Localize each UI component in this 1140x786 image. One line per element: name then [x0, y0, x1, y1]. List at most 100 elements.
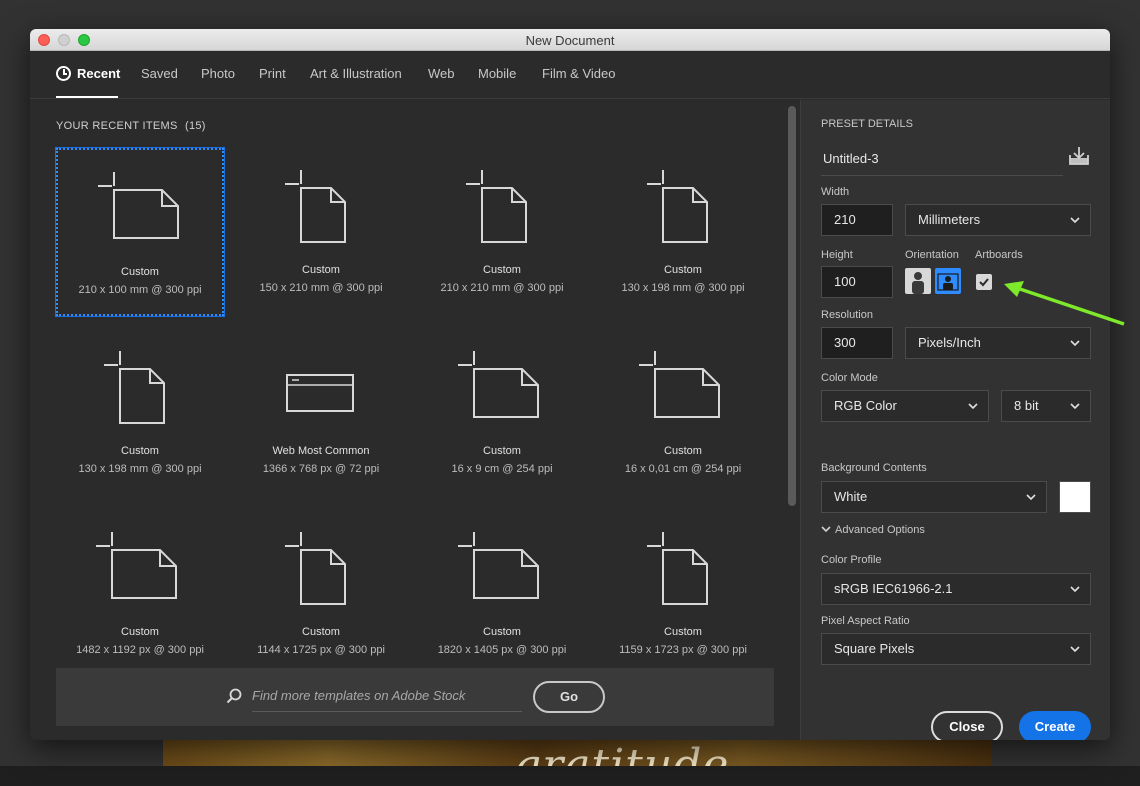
scrollbar[interactable] [788, 106, 796, 506]
recent-item-name: Custom [664, 264, 702, 276]
background-canvas: gratitude [163, 738, 992, 766]
portrait-orientation-button[interactable] [905, 268, 931, 294]
recent-item-card[interactable]: Custom 1144 x 1725 px @ 300 ppi [237, 510, 405, 678]
color-profile-value: sRGB IEC61966-2.1 [834, 581, 953, 596]
preset-details-heading: PRESET DETAILS [821, 118, 913, 130]
chevron-down-icon [1070, 340, 1080, 347]
landscape-orientation-button[interactable] [935, 268, 961, 294]
recent-item-name: Custom [483, 264, 521, 276]
tab-saved[interactable]: Saved [141, 66, 178, 81]
bottom-strip [0, 766, 1140, 786]
landscape-doc-icon [458, 532, 539, 599]
recent-count: (15) [185, 120, 206, 132]
document-name-field[interactable]: Untitled-3 [821, 146, 1063, 176]
recent-item-name: Custom [664, 626, 702, 638]
portrait-doc-icon [104, 351, 165, 424]
preset-details-panel: PRESET DETAILS Untitled-3 Width 210 Mill… [800, 100, 1110, 740]
color-mode-label: Color Mode [821, 372, 878, 384]
height-input[interactable]: 100 [821, 266, 893, 298]
recent-item-card[interactable]: Web Most Common 1366 x 768 px @ 72 ppi [237, 329, 405, 497]
color-profile-label: Color Profile [821, 554, 882, 566]
recent-items-panel: YOUR RECENT ITEMS (15) Custom 210 x 100 m… [30, 100, 800, 740]
height-label: Height [821, 249, 853, 261]
recent-item-card[interactable]: Custom 130 x 198 mm @ 300 ppi [599, 148, 767, 316]
recent-item-card[interactable]: Custom 150 x 210 mm @ 300 ppi [237, 148, 405, 316]
tab-art-illustration[interactable]: Art & Illustration [310, 66, 402, 81]
recent-item-size: 1482 x 1192 px @ 300 ppi [76, 644, 204, 656]
orientation-label: Orientation [905, 249, 959, 261]
width-input[interactable]: 210 [821, 204, 893, 236]
background-contents-value: White [834, 489, 868, 504]
recent-item-name: Custom [664, 445, 702, 457]
preset-category-tabs: Recent Saved Photo Print Art & Illustrat… [30, 51, 1110, 99]
recent-item-size: 130 x 198 mm @ 300 ppi [78, 463, 202, 475]
recent-item-card[interactable]: Custom 1482 x 1192 px @ 300 ppi [56, 510, 224, 678]
recent-item-card[interactable]: Custom 1159 x 1723 px @ 300 ppi [599, 510, 767, 678]
width-label: Width [821, 186, 850, 198]
go-button[interactable]: Go [533, 681, 605, 713]
title-bar: New Document [30, 29, 1110, 51]
recent-item-name: Custom [302, 264, 340, 276]
color-mode-select[interactable]: RGB Color [821, 390, 989, 422]
portrait-person-icon [912, 272, 924, 294]
chevron-down-icon [821, 526, 831, 533]
recent-item-card[interactable]: Custom 130 x 198 mm @ 300 ppi [56, 329, 224, 497]
chevron-down-icon [1070, 646, 1080, 653]
recent-item-size: 16 x 0,01 cm @ 254 ppi [624, 463, 742, 475]
landscape-person-icon [937, 273, 959, 291]
tab-photo[interactable]: Photo [201, 66, 235, 81]
new-document-dialog: New Document Recent Saved Photo Print Ar… [30, 29, 1110, 740]
background-contents-select[interactable]: White [821, 481, 1047, 513]
resolution-unit-value: Pixels/Inch [918, 335, 981, 350]
recent-item-name: Custom [121, 445, 159, 457]
tab-mobile[interactable]: Mobile [478, 66, 516, 81]
create-button[interactable]: Create [1019, 711, 1091, 740]
recent-item-card[interactable]: Custom 16 x 0,01 cm @ 254 ppi [599, 329, 767, 497]
save-preset-icon[interactable] [1067, 144, 1091, 168]
background-color-swatch[interactable] [1059, 481, 1091, 513]
resolution-input[interactable]: 300 [821, 327, 893, 359]
recent-item-name: Custom [483, 445, 521, 457]
recent-item-size: 1366 x 768 px @ 72 ppi [262, 463, 380, 475]
resolution-unit-select[interactable]: Pixels/Inch [905, 327, 1091, 359]
tab-print[interactable]: Print [259, 66, 286, 81]
advanced-options-toggle[interactable]: Advanced Options [821, 524, 925, 536]
portrait-doc-icon [466, 170, 527, 243]
recent-item-size: 16 x 9 cm @ 254 ppi [451, 463, 553, 475]
color-profile-select[interactable]: sRGB IEC61966-2.1 [821, 573, 1091, 605]
recent-item-name: Custom [302, 626, 340, 638]
recent-item-card[interactable]: Custom 1820 x 1405 px @ 300 ppi [418, 510, 586, 678]
landscape-doc-icon [458, 351, 539, 418]
tab-web[interactable]: Web [428, 66, 455, 81]
pixel-aspect-ratio-select[interactable]: Square Pixels [821, 633, 1091, 665]
portrait-doc-icon [647, 532, 708, 605]
portrait-doc-icon [285, 532, 346, 605]
recent-item-size: 150 x 210 mm @ 300 ppi [259, 282, 383, 294]
close-button[interactable]: Close [931, 711, 1003, 740]
landscape-doc-icon [96, 532, 177, 599]
chevron-down-icon [968, 403, 978, 410]
recent-item-name: Custom [483, 626, 521, 638]
tab-film-video[interactable]: Film & Video [542, 66, 615, 81]
recent-items-heading: YOUR RECENT ITEMS (15) [56, 120, 206, 132]
bit-depth-select[interactable]: 8 bit [1001, 390, 1091, 422]
width-unit-select[interactable]: Millimeters [905, 204, 1091, 236]
artboards-checkbox[interactable] [976, 274, 992, 290]
recent-item-name: Custom [121, 626, 159, 638]
bit-depth-value: 8 bit [1014, 398, 1039, 413]
recent-item-card[interactable]: Custom 16 x 9 cm @ 254 ppi [418, 329, 586, 497]
recent-item-size: 1820 x 1405 px @ 300 ppi [437, 644, 567, 656]
adobe-stock-search-bar: Find more templates on Adobe Stock Go [56, 668, 774, 726]
stock-search-input[interactable]: Find more templates on Adobe Stock [252, 684, 522, 712]
search-icon [226, 688, 242, 704]
recent-item-card[interactable]: Custom 210 x 100 mm @ 300 ppi [55, 147, 225, 317]
recent-item-size: 210 x 100 mm @ 300 ppi [78, 284, 202, 296]
tab-label: Recent [77, 66, 121, 81]
checkmark-icon [979, 278, 989, 287]
chevron-down-icon [1070, 403, 1080, 410]
recent-item-name: Web Most Common [272, 445, 370, 457]
recent-item-card[interactable]: Custom 210 x 210 mm @ 300 ppi [418, 148, 586, 316]
chevron-down-icon [1026, 494, 1036, 501]
browser-window-icon [286, 374, 354, 412]
tab-recent[interactable]: Recent [56, 66, 120, 81]
